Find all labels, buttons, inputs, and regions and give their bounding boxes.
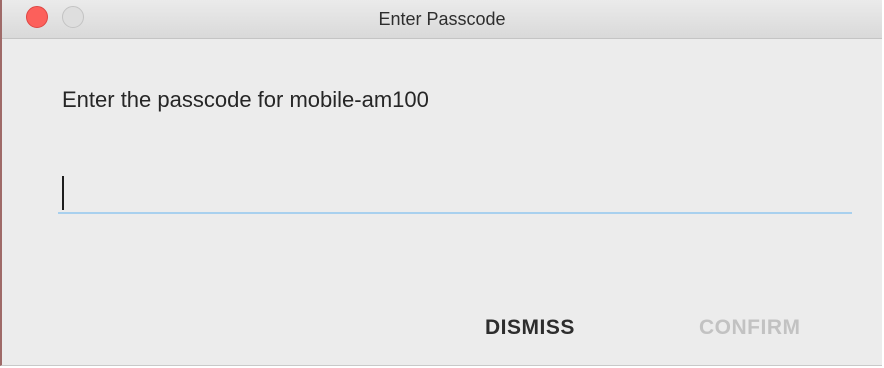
passcode-dialog-window: Enter Passcode Enter the passcode for mo… (0, 0, 882, 366)
passcode-prompt: Enter the passcode for mobile-am100 (62, 87, 429, 112)
confirm-button[interactable]: CONFIRM (699, 316, 801, 340)
passcode-input[interactable] (58, 168, 852, 214)
window-title: Enter Passcode (378, 9, 506, 29)
text-cursor (62, 176, 64, 210)
dismiss-button[interactable]: DISMISS (485, 316, 575, 340)
title-bar[interactable]: Enter Passcode (2, 0, 882, 39)
